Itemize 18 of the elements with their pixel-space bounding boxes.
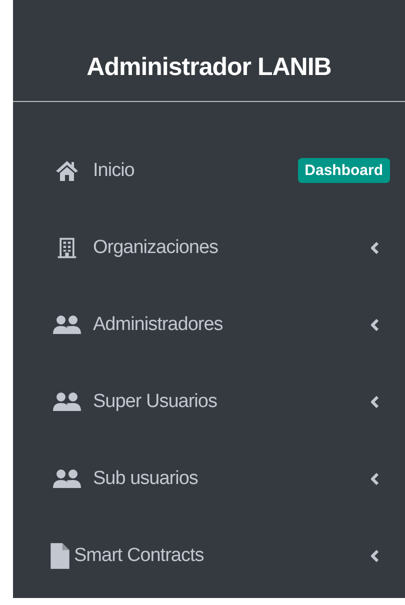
menu-label: Administradores (93, 314, 224, 336)
users-icon (53, 392, 81, 412)
menu-item[interactable]: Super Usuarios (13, 363, 405, 440)
file-icon (50, 542, 70, 570)
sidebar-title: Administrador LANIB (86, 52, 332, 82)
users-icon (53, 468, 81, 488)
users-icon (53, 314, 81, 334)
menu-item[interactable]: Sub usuarios (13, 440, 405, 517)
menu-label: Inicio (93, 160, 136, 182)
menu-label: Organizaciones (93, 236, 220, 258)
menu-item[interactable]: Inicio Dashboard (13, 132, 405, 209)
menu-label: Smart Contracts (74, 544, 205, 566)
menu-item[interactable]: Smart Contracts (13, 517, 405, 594)
menu-item[interactable]: Administradores (13, 286, 405, 363)
menu-label: Sub usuarios (93, 468, 199, 490)
dashboard-badge: Dashboard (298, 158, 390, 183)
menu-label: Super Usuarios (93, 390, 218, 412)
menu-item[interactable]: Organizaciones (13, 209, 405, 286)
